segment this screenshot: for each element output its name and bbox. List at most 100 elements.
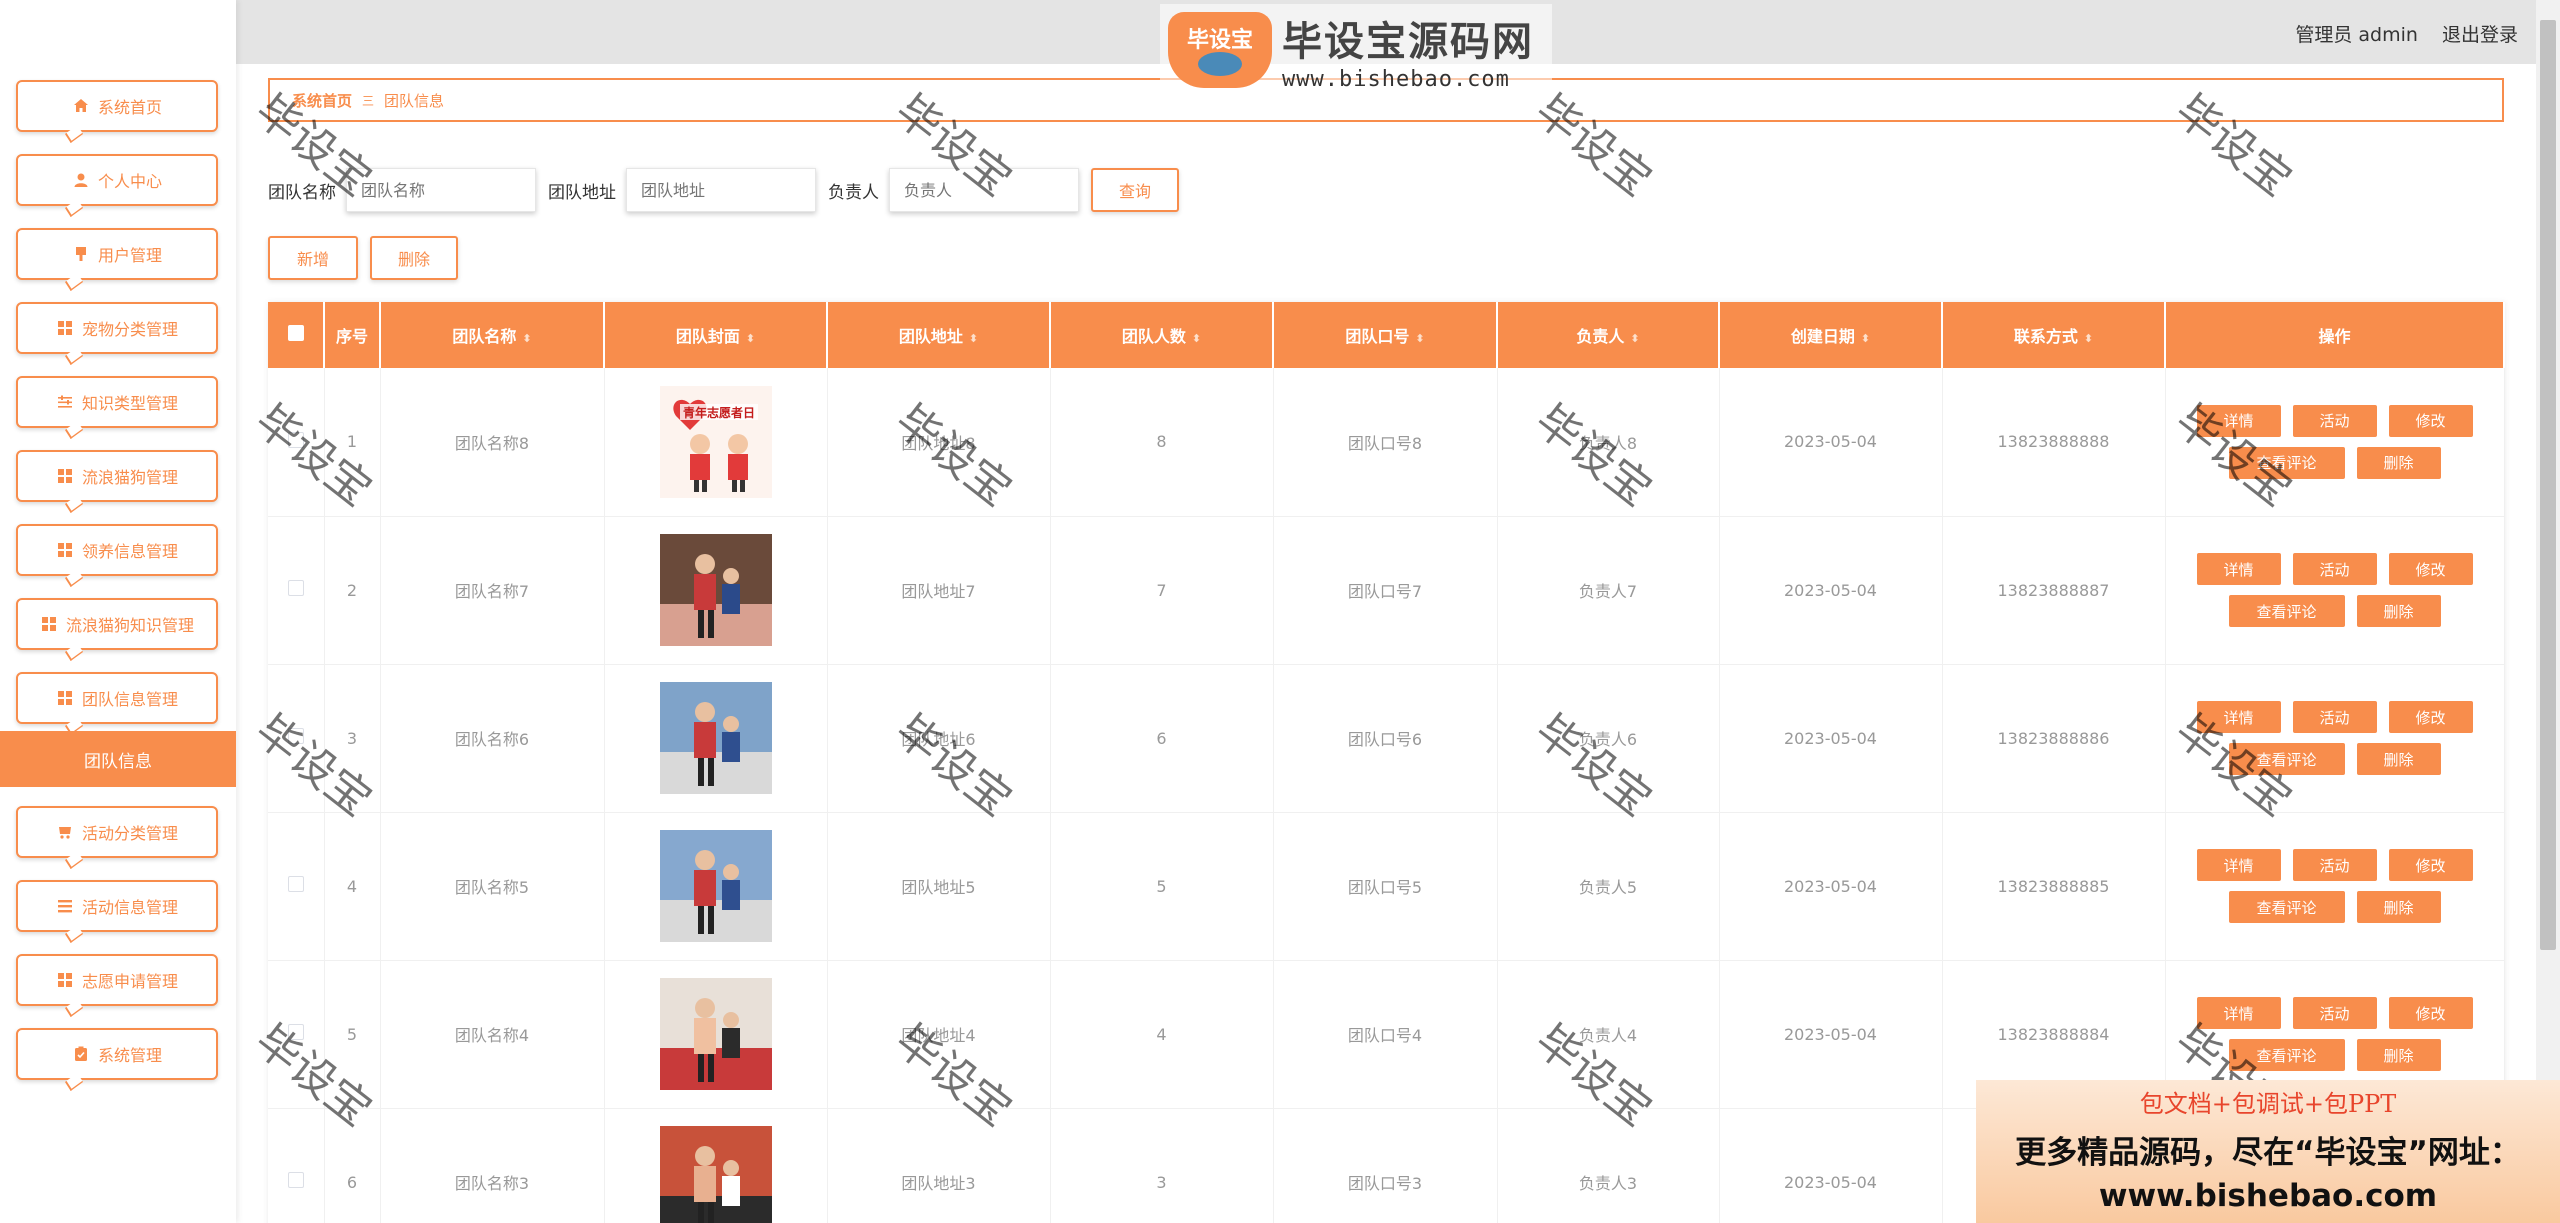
activity-button[interactable]: 活动	[2292, 997, 2377, 1029]
column-header[interactable]: 创建日期 ⬍	[1719, 302, 1943, 368]
edit-button[interactable]: 修改	[2388, 404, 2473, 437]
view-comments-button[interactable]: 查看评论	[2228, 1039, 2345, 1071]
sidebar-item-2[interactable]: 个人中心	[16, 154, 218, 206]
sort-icon[interactable]: ⬍	[1192, 332, 1201, 345]
table-header-row: 序号 团队名称 ⬍ 团队封面 ⬍ 团队地址 ⬍ 团队人数 ⬍ 团队口号 ⬍ 负责人 ⬍ 创建日期 ⬍ 联系方式…	[268, 302, 2505, 368]
scrollbar-thumb[interactable]	[2540, 20, 2556, 950]
column-header[interactable]: 负责人 ⬍	[1497, 302, 1720, 368]
sort-icon[interactable]: ⬍	[1630, 332, 1639, 345]
add-button[interactable]: 新增	[268, 236, 358, 280]
row-delete-button[interactable]: 删除	[2356, 891, 2441, 923]
column-header[interactable]: 团队人数 ⬍	[1050, 302, 1274, 368]
team-address-input[interactable]	[626, 168, 816, 212]
row-checkbox[interactable]	[287, 1172, 304, 1188]
sidebar-item-7[interactable]: 领养信息管理	[16, 524, 218, 576]
row-select-cell[interactable]	[268, 960, 325, 1109]
detail-button[interactable]: 详情	[2196, 849, 2281, 881]
row-team-cover[interactable]: 青年志愿者日	[604, 368, 828, 517]
breadcrumb-home[interactable]: 系统首页	[292, 90, 352, 111]
sort-icon[interactable]: ⬍	[969, 332, 978, 345]
table-row: 1 团队名称8 青年志愿者日 团队地址8 8 团队口号8 负责人8 2023-05-04 138…	[268, 368, 2505, 517]
row-checkbox[interactable]	[287, 1024, 304, 1040]
logout-link[interactable]: 退出登录	[2442, 24, 2518, 46]
row-created-date: 2023-05-04	[1719, 1108, 1943, 1223]
row-team-cover[interactable]	[604, 516, 828, 665]
row-select-cell[interactable]	[268, 812, 325, 961]
view-comments-button[interactable]: 查看评论	[2228, 446, 2345, 479]
row-delete-button[interactable]: 删除	[2356, 446, 2441, 479]
select-all-checkbox[interactable]	[287, 325, 304, 341]
edit-button[interactable]: 修改	[2388, 997, 2473, 1029]
detail-button[interactable]: 详情	[2196, 997, 2281, 1029]
sort-icon[interactable]: ⬍	[2084, 332, 2093, 345]
grid-icon	[56, 541, 74, 559]
row-operations: 详情活动修改查看评论删除	[2165, 812, 2505, 961]
row-select-cell[interactable]	[268, 664, 325, 813]
row-team-cover[interactable]	[604, 1108, 828, 1223]
sidebar-item-label: 系统首页	[97, 98, 162, 117]
row-team-slogan: 团队口号6	[1273, 664, 1498, 813]
sort-icon[interactable]: ⬍	[1415, 332, 1424, 345]
view-comments-button[interactable]: 查看评论	[2228, 743, 2345, 775]
sidebar-item-1[interactable]: 系统首页	[16, 80, 218, 132]
leader-input[interactable]	[889, 168, 1079, 212]
promo-line-3: www.bishebao.com	[2098, 1178, 2438, 1214]
sidebar-item-5[interactable]: 知识类型管理	[16, 376, 218, 428]
column-header[interactable]: 团队口号 ⬍	[1273, 302, 1498, 368]
sort-icon[interactable]: ⬍	[746, 332, 755, 345]
row-select-cell[interactable]	[268, 368, 325, 517]
query-button[interactable]: 查询	[1091, 168, 1179, 212]
team-name-label: 团队名称	[268, 182, 336, 203]
sidebar-item-3[interactable]: 用户管理	[16, 228, 218, 280]
sidebar-item-12[interactable]: 志愿申请管理	[16, 954, 218, 1006]
view-comments-button[interactable]: 查看评论	[2228, 891, 2345, 923]
sort-icon[interactable]: ⬍	[1861, 332, 1870, 345]
edit-button[interactable]: 修改	[2388, 553, 2473, 585]
column-header[interactable]: 团队名称 ⬍	[380, 302, 605, 368]
sidebar-item-13[interactable]: 系统管理	[16, 1028, 218, 1080]
sidebar-item-10[interactable]: 活动分类管理	[16, 806, 218, 858]
row-delete-button[interactable]: 删除	[2356, 743, 2441, 775]
row-team-cover[interactable]	[604, 664, 828, 813]
sidebar-item-9[interactable]: 团队信息管理	[16, 672, 218, 724]
column-header[interactable]: 团队封面 ⬍	[604, 302, 828, 368]
activity-button[interactable]: 活动	[2292, 404, 2377, 437]
detail-button[interactable]: 详情	[2196, 701, 2281, 733]
sidebar-item-8[interactable]: 流浪猫狗知识管理	[16, 598, 218, 650]
row-delete-button[interactable]: 删除	[2356, 1039, 2441, 1071]
sidebar-item-11[interactable]: 活动信息管理	[16, 880, 218, 932]
row-checkbox[interactable]	[287, 580, 304, 596]
row-select-cell[interactable]	[268, 516, 325, 665]
row-team-cover[interactable]	[604, 960, 828, 1109]
activity-button[interactable]: 活动	[2292, 701, 2377, 733]
sidebar-subitem-active[interactable]: 团队信息	[0, 731, 236, 787]
column-header[interactable]: 联系方式 ⬍	[1942, 302, 2166, 368]
edit-button[interactable]: 修改	[2388, 701, 2473, 733]
detail-button[interactable]: 详情	[2196, 404, 2281, 437]
batch-delete-button[interactable]: 删除	[370, 236, 458, 280]
user-icon	[72, 171, 90, 189]
row-team-address: 团队地址3	[827, 1108, 1051, 1223]
row-team-cover[interactable]	[604, 812, 828, 961]
grid-icon	[56, 971, 74, 989]
sidebar: 系统首页个人中心用户管理宠物分类管理 知识类型管理 流浪猫狗管理 领养信息管理 流浪猫狗…	[0, 0, 236, 1223]
edit-button[interactable]: 修改	[2388, 849, 2473, 881]
sidebar-item-4[interactable]: 宠物分类管理	[16, 302, 218, 354]
sort-icon[interactable]: ⬍	[522, 332, 531, 345]
row-select-cell[interactable]	[268, 1108, 325, 1223]
row-team-leader: 负责人8	[1497, 368, 1720, 517]
row-checkbox[interactable]	[287, 728, 304, 744]
row-delete-button[interactable]: 删除	[2356, 595, 2441, 627]
column-header[interactable]: 团队地址 ⬍	[827, 302, 1051, 368]
row-checkbox[interactable]	[287, 876, 304, 892]
sidebar-item-6[interactable]: 流浪猫狗管理	[16, 450, 218, 502]
team-name-input[interactable]	[346, 168, 536, 212]
view-comments-button[interactable]: 查看评论	[2228, 595, 2345, 627]
detail-button[interactable]: 详情	[2196, 553, 2281, 585]
activity-button[interactable]: 活动	[2292, 849, 2377, 881]
page-scrollbar[interactable]	[2536, 0, 2560, 1223]
activity-button[interactable]: 活动	[2292, 553, 2377, 585]
promo-banner[interactable]: 包文档+包调试+包PPT 更多精品源码，尽在“毕设宝”网址： www.bishe…	[1976, 1080, 2560, 1223]
row-checkbox[interactable]	[287, 431, 304, 448]
row-team-address: 团队地址4	[827, 960, 1051, 1109]
